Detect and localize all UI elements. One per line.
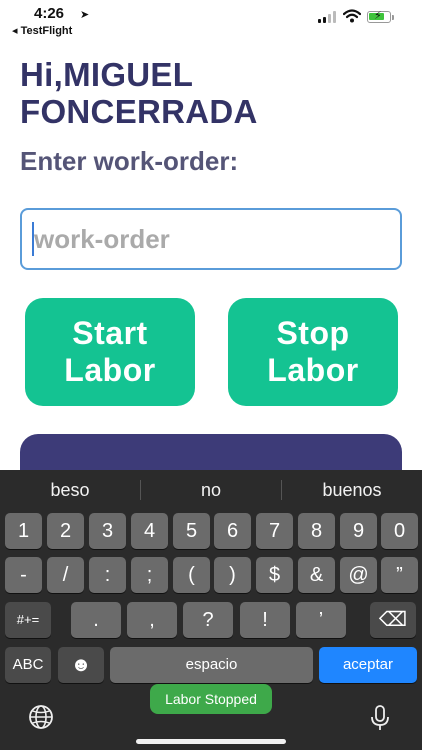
suggestion-item[interactable]: no bbox=[141, 480, 281, 501]
emoji-icon: ☻ bbox=[70, 654, 92, 676]
key-comma[interactable]: , bbox=[127, 602, 177, 638]
key-slash[interactable]: / bbox=[47, 557, 84, 593]
key-2[interactable]: 2 bbox=[47, 513, 84, 549]
delete-key[interactable]: ⌫ bbox=[370, 602, 416, 638]
charging-bolt-icon: ⚡ bbox=[374, 10, 382, 22]
key-9[interactable]: 9 bbox=[340, 513, 377, 549]
location-arrow-icon: ➤ bbox=[80, 9, 90, 21]
key-close-paren[interactable]: ) bbox=[214, 557, 251, 593]
key-hyphen[interactable]: - bbox=[5, 557, 42, 593]
key-question[interactable]: ? bbox=[183, 602, 233, 638]
suggestion-item[interactable]: beso bbox=[0, 480, 140, 501]
cellular-signal-icon bbox=[318, 11, 340, 23]
key-more-symbols[interactable]: #+= bbox=[5, 602, 51, 638]
home-indicator bbox=[136, 739, 286, 744]
key-ampersand[interactable]: & bbox=[298, 557, 335, 593]
key-0[interactable]: 0 bbox=[381, 513, 418, 549]
key-abc[interactable]: ABC bbox=[5, 647, 51, 683]
battery-cap bbox=[392, 15, 394, 20]
key-6[interactable]: 6 bbox=[214, 513, 251, 549]
text-caret bbox=[32, 222, 34, 256]
key-8[interactable]: 8 bbox=[298, 513, 335, 549]
key-apostrophe[interactable]: ’ bbox=[296, 602, 346, 638]
key-3[interactable]: 3 bbox=[89, 513, 126, 549]
status-bar: 4:26 ➤ ◂ TestFlight ⚡ bbox=[0, 0, 422, 40]
key-open-paren[interactable]: ( bbox=[173, 557, 210, 593]
backspace-icon: ⌫ bbox=[378, 609, 408, 631]
emoji-key[interactable]: ☻ bbox=[58, 647, 104, 683]
wifi-icon bbox=[343, 9, 361, 23]
status-time: 4:26 bbox=[34, 5, 65, 22]
back-to-testflight-link[interactable]: ◂ TestFlight bbox=[12, 24, 72, 37]
labor-stopped-toast: Labor Stopped bbox=[150, 684, 272, 714]
key-5[interactable]: 5 bbox=[173, 513, 210, 549]
microphone-icon[interactable] bbox=[369, 704, 391, 732]
battery-icon: ⚡ bbox=[367, 10, 391, 23]
key-semicolon[interactable]: ; bbox=[131, 557, 168, 593]
greeting-title: Hi,MIGUEL FONCERRADA bbox=[20, 56, 258, 130]
accept-key[interactable]: aceptar bbox=[319, 647, 417, 683]
key-7[interactable]: 7 bbox=[256, 513, 293, 549]
space-key[interactable]: espacio bbox=[110, 647, 313, 683]
key-dollar[interactable]: $ bbox=[256, 557, 293, 593]
key-period[interactable]: . bbox=[71, 602, 121, 638]
stop-labor-button[interactable]: Stop Labor bbox=[228, 298, 398, 406]
work-order-prompt: Enter work-order: bbox=[20, 146, 239, 176]
key-1[interactable]: 1 bbox=[5, 513, 42, 549]
key-exclamation[interactable]: ! bbox=[240, 602, 290, 638]
key-colon[interactable]: : bbox=[89, 557, 126, 593]
suggestion-item[interactable]: buenos bbox=[282, 480, 422, 501]
key-quote[interactable]: ” bbox=[381, 557, 418, 593]
globe-icon[interactable] bbox=[28, 704, 54, 730]
start-labor-button[interactable]: Start Labor bbox=[25, 298, 195, 406]
suggestion-bar: beso no buenos bbox=[0, 470, 422, 510]
key-at[interactable]: @ bbox=[340, 557, 377, 593]
work-order-input[interactable] bbox=[20, 208, 402, 270]
key-4[interactable]: 4 bbox=[131, 513, 168, 549]
